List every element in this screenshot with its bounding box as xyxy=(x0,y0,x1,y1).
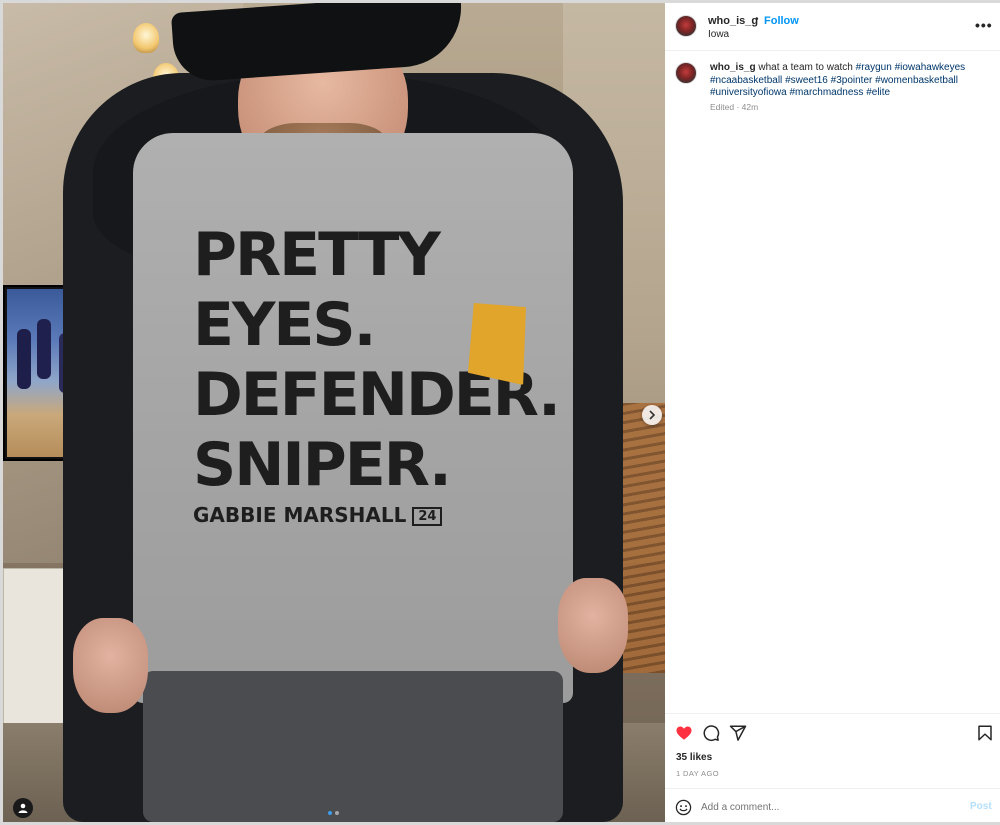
chevron-right-icon[interactable] xyxy=(642,405,662,425)
carousel-dot xyxy=(335,811,339,815)
user-tag-icon[interactable] xyxy=(13,798,33,818)
person: PRETTY EYES. DEFENDER. SNIPER. GABBIE MA… xyxy=(63,3,628,822)
hashtag-link[interactable]: #womenbasketball xyxy=(875,75,958,86)
hashtag-link[interactable]: #ncaabasketball xyxy=(710,75,782,86)
comment-input[interactable] xyxy=(701,797,951,817)
follow-button[interactable]: Follow xyxy=(764,15,799,27)
separator-dot: • xyxy=(755,14,759,25)
heart-icon[interactable] xyxy=(675,724,693,742)
hashtag-link[interactable]: #sweet16 xyxy=(785,75,828,86)
post-author-username[interactable]: who_is_g xyxy=(708,15,758,27)
tshirt-player-name: GABBIE MARSHALL 24 xyxy=(193,505,559,526)
hashtag-link[interactable]: #3pointer xyxy=(831,75,873,86)
hawkeye-logo xyxy=(468,303,526,385)
hashtag-link[interactable]: #universityofiowa xyxy=(710,87,787,98)
tshirt-line: PRETTY xyxy=(193,220,441,290)
cap xyxy=(170,3,466,84)
post-modal: PRETTY EYES. DEFENDER. SNIPER. GABBIE MA… xyxy=(0,0,1000,825)
hashtag-link[interactable]: #iowahawkeyes xyxy=(895,62,966,73)
tshirt: PRETTY EYES. DEFENDER. SNIPER. GABBIE MA… xyxy=(133,133,573,703)
post-actions: 35 likes 1 DAY AGO Post xyxy=(665,713,1000,823)
likes-count[interactable]: 35 likes xyxy=(676,752,712,763)
bookmark-icon[interactable] xyxy=(976,724,994,742)
post-timestamp[interactable]: 1 DAY AGO xyxy=(676,769,719,778)
avatar[interactable] xyxy=(675,62,697,84)
emoji-icon[interactable] xyxy=(675,799,692,816)
comment-icon[interactable] xyxy=(702,724,720,742)
post-side-panel: who_is_g • Follow Iowa ••• who_is_g what… xyxy=(665,3,1000,822)
post-header: who_is_g • Follow Iowa ••• xyxy=(665,3,1000,51)
hand-right xyxy=(558,578,628,673)
caption-body: what a team to watch xyxy=(758,62,853,73)
caption-meta: Edited · 42m xyxy=(710,102,759,112)
comment-bar: Post xyxy=(665,788,1000,824)
caption-username[interactable]: who_is_g xyxy=(710,62,756,73)
more-horizontal-icon[interactable]: ••• xyxy=(975,17,993,33)
tshirt-line: SNIPER. xyxy=(193,430,452,500)
send-icon[interactable] xyxy=(729,724,747,742)
post-media-photo[interactable]: PRETTY EYES. DEFENDER. SNIPER. GABBIE MA… xyxy=(3,3,665,822)
avatar[interactable] xyxy=(675,15,697,37)
post-location[interactable]: Iowa xyxy=(708,29,729,40)
hashtag-link[interactable]: #elite xyxy=(866,87,890,98)
caption-text: who_is_g what a team to watch #raygun #i… xyxy=(710,62,985,100)
carousel-indicator xyxy=(328,811,339,815)
hand-left xyxy=(73,618,148,713)
hashtag-link[interactable]: #marchmadness xyxy=(790,87,864,98)
post-comment-button[interactable]: Post xyxy=(970,801,992,812)
carousel-dot xyxy=(328,811,332,815)
hashtag-link[interactable]: #raygun xyxy=(856,62,892,73)
tshirt-number: 24 xyxy=(412,507,443,526)
pants xyxy=(143,671,563,822)
